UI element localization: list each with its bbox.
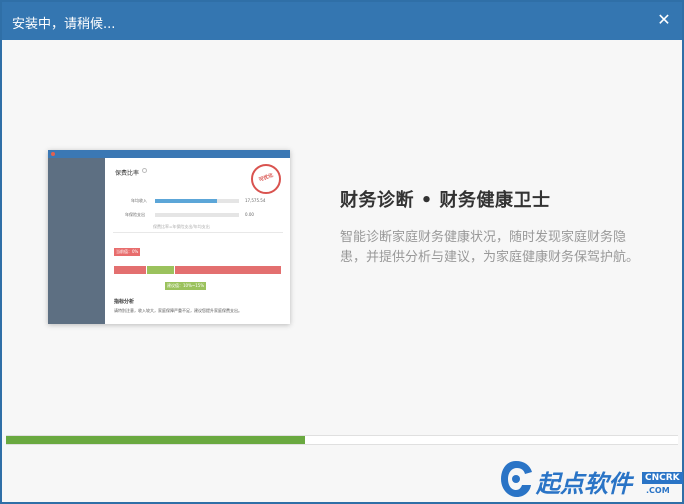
income-bar-fill	[155, 199, 217, 203]
preview-app-dot	[51, 152, 55, 156]
feature-preview-image: 保费比率 可优化 年均收入 17,575.54 年保险支出 0.00 保费比率=…	[48, 150, 290, 324]
ratio-segment-high	[175, 266, 281, 274]
analysis-text: 请特别注意，收入较大，家庭保障严重不足，建议您提升家庭保费支出。	[114, 308, 242, 313]
site-watermark-logo: 起点软件 CNCRK .COM	[494, 458, 683, 502]
install-progress-bar	[6, 435, 678, 445]
preview-main-panel: 保费比率 可优化 年均收入 17,575.54 年保险支出 0.00 保费比率=…	[105, 158, 290, 324]
preview-sidebar	[48, 158, 105, 324]
logo-badge: CNCRK	[642, 472, 683, 484]
analysis-title: 指标分析	[114, 299, 135, 305]
install-progress-fill	[6, 436, 305, 444]
insurance-label: 年保险支出	[125, 212, 145, 217]
feature-description: 智能诊断家庭财务健康状况，随时发现家庭财务隐患，并提供分析与建议，为家庭健康财务…	[340, 230, 640, 265]
title-bar[interactable]: 安装中，请稍候... ✕	[2, 2, 682, 40]
slide-content: 保费比率 可优化 年均收入 17,575.54 年保险支出 0.00 保费比率=…	[2, 40, 682, 434]
stamp-text: 可优化	[258, 172, 275, 184]
insurance-value: 0.00	[245, 212, 254, 217]
income-value: 17,575.54	[245, 198, 266, 203]
installer-window: 安装中，请稍候... ✕ 保费比率 可优化 年均收入 17,575.54 年保险…	[0, 0, 684, 504]
suggested-value-tag: 建议值：10%~15%	[165, 282, 207, 290]
preview-title: 保费比率	[115, 170, 140, 177]
logo-swirl-icon	[501, 461, 532, 497]
ratio-note: 保费比率=年保险支出/年均支出	[153, 224, 210, 229]
divider	[113, 232, 283, 233]
help-icon	[142, 168, 147, 173]
logo-domain: .COM	[646, 486, 670, 495]
current-value-tag: 当前值：0%	[114, 248, 141, 256]
ratio-segment-low	[114, 266, 146, 274]
optimizable-stamp-icon: 可优化	[251, 164, 281, 194]
feature-heading: 财务诊断 • 财务健康卫士	[340, 190, 551, 211]
income-label: 年均收入	[131, 198, 147, 203]
window-title: 安装中，请稍候...	[12, 17, 116, 32]
close-button[interactable]: ✕	[654, 10, 674, 30]
logo-text: 起点软件	[536, 470, 632, 498]
insurance-bar	[155, 213, 239, 217]
preview-header-bar	[48, 150, 290, 158]
ratio-segment-suggest	[147, 266, 174, 274]
income-bar	[155, 199, 239, 203]
